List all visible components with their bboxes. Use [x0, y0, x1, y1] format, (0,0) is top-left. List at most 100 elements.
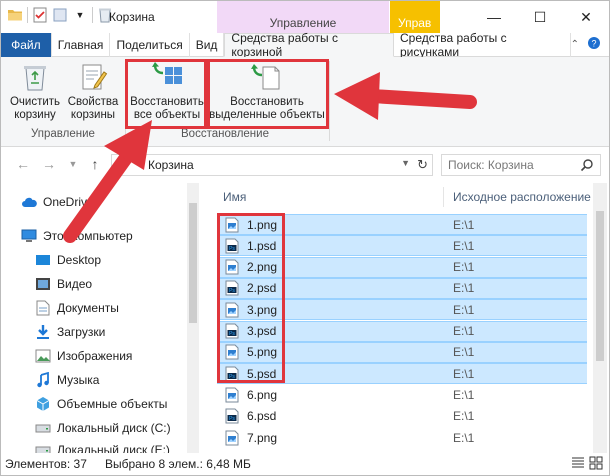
ribbon: Очистить корзину Свойства корзины Управл… — [1, 57, 609, 147]
nav-item-label: Загрузки — [57, 325, 106, 339]
minimize-button[interactable]: — — [471, 1, 517, 33]
table-row[interactable]: 6.png E:\1 — [217, 384, 587, 405]
file-origin: E:\1 — [453, 238, 475, 253]
svg-text:Ps: Ps — [229, 416, 235, 422]
nav-item-downloads[interactable]: Загрузки — [35, 321, 105, 343]
file-list: Имя Исходное расположение 1.png E:\1 Ps 1.p… — [205, 183, 609, 453]
tiles-view-icon[interactable] — [589, 456, 603, 473]
drive-icon — [35, 442, 51, 453]
title-bar: ▼ Корзина Управление Управ — ☐ ✕ — [1, 1, 609, 33]
context-header-manage-bin: Управление — [217, 1, 389, 33]
tab-recycle-bin-tools[interactable]: Средства работы с корзиной — [224, 31, 394, 59]
tab-file[interactable]: Файл — [1, 33, 52, 57]
nav-item-documents[interactable]: Документы — [35, 297, 119, 319]
nav-item-label: Объемные объекты — [57, 397, 168, 411]
svg-text:?: ? — [591, 39, 596, 49]
up-arrow-icon[interactable]: ↑ — [87, 156, 103, 172]
file-origin: E:\1 — [453, 260, 475, 275]
properties-pencil-icon — [82, 64, 108, 90]
group-restore-label: Восстановление — [181, 128, 269, 140]
desktop-icon — [35, 252, 51, 268]
nav-item-desktop[interactable]: Desktop — [35, 249, 101, 271]
forward-arrow-icon[interactable]: → — [41, 156, 57, 172]
empty-recycle-bin-button[interactable]: Очистить корзину — [7, 61, 63, 122]
address-bar-row: ← → ▼ ↑ Корзина ▼ ↻ Поиск: Корзина — [1, 148, 609, 182]
nav-item-music[interactable]: Музыка — [35, 369, 99, 391]
ribbon-collapse-icon[interactable]: ⌃ — [571, 39, 579, 50]
nav-item-this-pc[interactable]: Этот компьютер — [21, 225, 133, 247]
file-origin: E:\1 — [453, 217, 475, 232]
tab-view[interactable]: Вид — [190, 33, 225, 57]
nav-item-disk-c[interactable]: Локальный диск (C:) — [35, 417, 171, 439]
recycle-bin-properties-label: Свойства корзины — [67, 96, 119, 121]
highlight-restore-all — [125, 59, 207, 129]
quick-access-toolbar: ▼ — [7, 7, 113, 23]
pictures-icon — [35, 348, 51, 364]
context-header-manage-pictures: Управ — [390, 1, 440, 33]
drive-icon — [35, 420, 51, 436]
nav-item-label: Локальный диск (E:) — [57, 443, 170, 453]
qat-separator — [27, 7, 28, 23]
png-file-icon — [225, 430, 239, 446]
music-icon — [35, 372, 51, 388]
table-row[interactable]: 7.png E:\1 — [217, 427, 587, 448]
file-name: 7.png — [247, 430, 278, 445]
file-name: 6.png — [247, 387, 278, 402]
nav-item-label: Видео — [57, 277, 93, 291]
recycle-bin-properties-button[interactable]: Свойства корзины — [65, 61, 121, 122]
file-list-scrollbar-thumb[interactable] — [596, 211, 604, 361]
details-view-icon[interactable] — [571, 456, 585, 473]
tab-picture-tools[interactable]: Средства работы с рисунками — [394, 31, 571, 59]
tab-home[interactable]: Главная — [52, 33, 111, 57]
computer-icon — [21, 228, 37, 244]
nav-item-label: Музыка — [57, 373, 100, 387]
nav-item-videos[interactable]: Видео — [35, 273, 92, 295]
group-separator-2 — [329, 61, 330, 141]
close-button[interactable]: ✕ — [563, 1, 609, 33]
cloud-icon — [21, 194, 37, 210]
column-header-name[interactable]: Имя — [223, 190, 246, 204]
file-origin: E:\1 — [453, 281, 475, 296]
properties-icon[interactable] — [32, 7, 48, 23]
column-divider[interactable] — [443, 187, 444, 207]
explorer-window: ▼ Корзина Управление Управ — ☐ ✕ Файл Гл… — [0, 0, 610, 476]
ribbon-tabs: Файл Главная Поделиться Вид Средства раб… — [1, 31, 609, 59]
qat-dropdown-icon[interactable]: ▼ — [72, 7, 88, 23]
recycle-bin-icon — [24, 66, 46, 91]
search-field[interactable]: Поиск: Корзина — [441, 154, 601, 176]
nav-item-onedrive[interactable]: OneDrive — [21, 191, 94, 213]
tab-share[interactable]: Поделиться — [110, 33, 190, 57]
group-manage-label: Управление — [31, 128, 95, 140]
nav-scrollbar[interactable] — [187, 183, 199, 453]
video-icon — [35, 276, 51, 292]
nav-item-pictures[interactable]: Изображения — [35, 345, 132, 367]
address-path: Корзина — [148, 158, 194, 172]
nav-item-3d-objects[interactable]: Объемные объекты — [35, 393, 167, 415]
file-origin: E:\1 — [453, 345, 475, 360]
download-icon — [35, 324, 51, 340]
file-origin: E:\1 — [453, 366, 475, 381]
new-folder-icon[interactable] — [52, 7, 68, 23]
address-field[interactable]: Корзина ▼ ↻ — [111, 154, 433, 176]
maximize-button[interactable]: ☐ — [517, 1, 563, 33]
ribbon-right-controls: ⌃ ? — [571, 33, 609, 56]
qat-separator-2 — [92, 7, 93, 23]
view-toggle — [571, 456, 603, 473]
file-origin: E:\1 — [453, 387, 475, 402]
nav-item-label: Локальный диск (C:) — [57, 421, 171, 435]
folder-icon[interactable] — [7, 7, 23, 23]
file-list-scrollbar[interactable] — [593, 183, 607, 453]
recent-locations-icon[interactable]: ▼ — [65, 156, 81, 172]
nav-item-disk-e[interactable]: Локальный диск (E:) — [35, 439, 170, 453]
empty-recycle-bin-label: Очистить корзину — [9, 96, 61, 121]
back-arrow-icon[interactable]: ← — [15, 156, 31, 172]
address-dropdown-icon[interactable]: ▼ — [401, 158, 410, 168]
column-header-origin[interactable]: Исходное расположение — [453, 190, 591, 204]
table-row[interactable]: Ps 6.psd E:\1 — [217, 406, 587, 427]
refresh-icon[interactable]: ↻ — [417, 157, 428, 173]
nav-item-label: Desktop — [57, 253, 102, 267]
nav-scrollbar-thumb[interactable] — [189, 203, 197, 323]
help-icon[interactable]: ? — [587, 36, 601, 53]
nav-item-label: OneDrive — [43, 195, 94, 209]
navigation-pane: OneDrive Этот компьютер Desktop Видео До… — [1, 183, 201, 453]
